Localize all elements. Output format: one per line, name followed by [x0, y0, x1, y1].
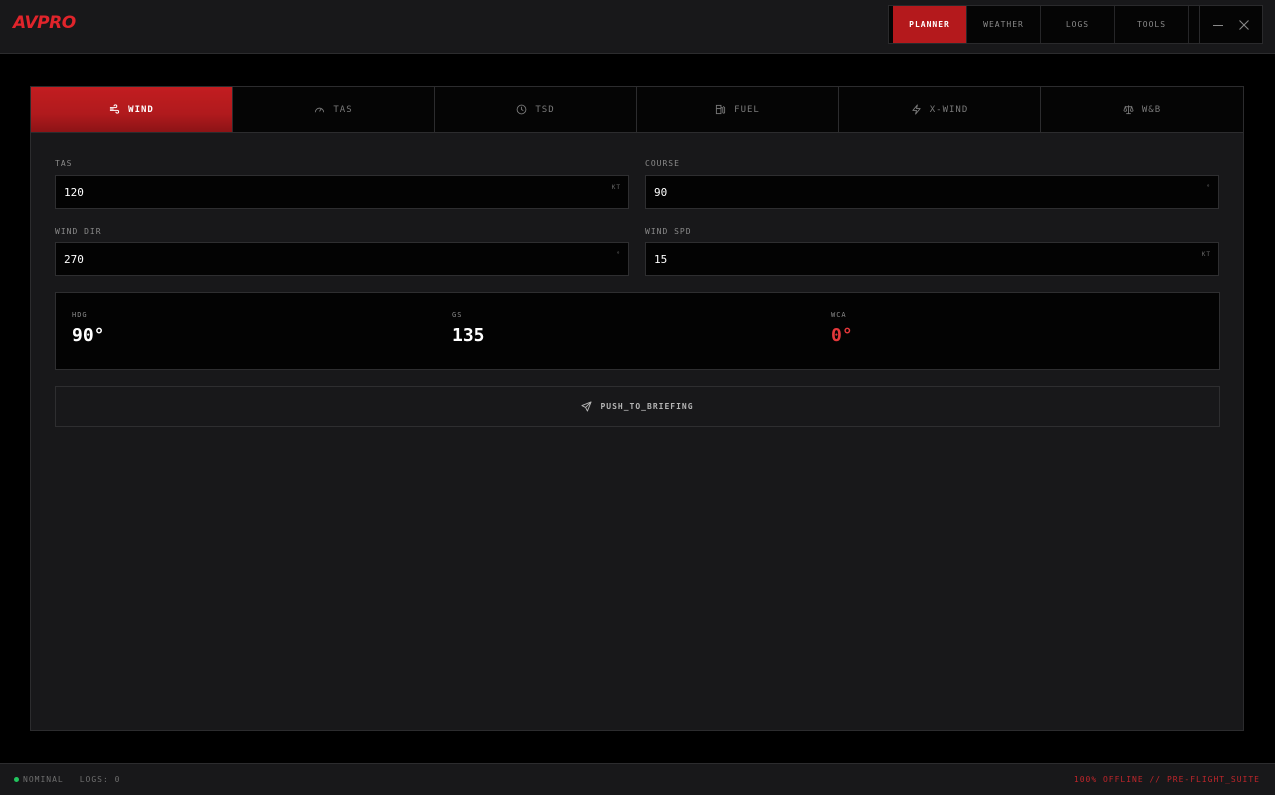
wca-label: WCA — [831, 311, 847, 319]
scale-icon — [1123, 105, 1134, 115]
app-logo: AVPRO — [13, 13, 76, 33]
minimize-icon — [1213, 24, 1223, 26]
tab-tas[interactable]: TAS — [233, 87, 435, 132]
result-wca: WCA 0° — [831, 311, 853, 346]
tab-wb[interactable]: W&B — [1041, 87, 1243, 132]
push-to-briefing-button[interactable]: PUSH_TO_BRIEFING — [55, 386, 1220, 427]
tas-field: KT — [55, 175, 629, 209]
wind-dir-label: WIND DIR — [55, 227, 102, 236]
tab-fuel-label: FUEL — [734, 104, 760, 115]
close-icon — [1239, 19, 1249, 30]
status-left: NOMINAL LOGS: 0 — [14, 775, 120, 784]
status-dot-icon — [14, 777, 19, 782]
nav-item-tools[interactable]: TOOLS — [1115, 6, 1189, 43]
calculator-tabs: WIND TAS TSD FUEL X-WIND W&B — [31, 87, 1243, 133]
tab-tsd[interactable]: TSD — [435, 87, 637, 132]
wind-spd-unit: KT — [1201, 251, 1211, 258]
wind-icon — [110, 104, 120, 114]
course-unit: ° — [1206, 184, 1211, 191]
wind-spd-field: KT — [645, 242, 1219, 276]
result-hdg: HDG 90° — [72, 311, 105, 346]
nav-item-planner[interactable]: PLANNER — [893, 6, 967, 43]
course-label: COURSE — [645, 159, 680, 168]
wind-spd-label: WIND SPD — [645, 227, 692, 236]
wca-value: 0° — [831, 325, 853, 346]
gs-value: 135 — [452, 325, 485, 346]
calculator-panel: WIND TAS TSD FUEL X-WIND W&B TAS KT COUR… — [30, 86, 1244, 731]
tab-x-wind[interactable]: X-WIND — [839, 87, 1041, 132]
wind-spd-input[interactable] — [646, 243, 1218, 275]
gauge-icon — [315, 107, 325, 113]
course-input[interactable] — [646, 176, 1218, 208]
status-right: 100% OFFLINE // PRE-FLIGHT_SUITE — [1073, 775, 1260, 784]
tas-input[interactable] — [56, 176, 628, 208]
status-bar: NOMINAL LOGS: 0 100% OFFLINE // PRE-FLIG… — [0, 763, 1275, 795]
push-to-briefing-label: PUSH_TO_BRIEFING — [600, 402, 694, 411]
minimize-button[interactable] — [1206, 13, 1230, 37]
wind-dir-field: ° — [55, 242, 629, 276]
tas-unit: KT — [611, 184, 621, 191]
status-state: NOMINAL — [23, 775, 64, 784]
clock-icon — [517, 104, 527, 115]
tab-tsd-label: TSD — [535, 104, 555, 115]
course-field: ° — [645, 175, 1219, 209]
send-icon — [581, 401, 593, 412]
hdg-value: 90° — [72, 325, 105, 346]
wind-dir-unit: ° — [616, 251, 621, 258]
tab-wb-label: W&B — [1141, 104, 1162, 115]
status-logs: LOGS: 0 — [79, 775, 121, 784]
main-nav: PLANNER WEATHER LOGS TOOLS — [888, 5, 1263, 44]
close-button[interactable] — [1232, 13, 1256, 37]
tas-label: TAS — [55, 159, 73, 168]
tab-fuel[interactable]: FUEL — [637, 87, 839, 132]
hdg-label: HDG — [72, 311, 88, 319]
result-gs: GS 135 — [452, 311, 485, 346]
window-controls — [1199, 6, 1262, 43]
tab-x-wind-label: X-WIND — [929, 104, 969, 115]
gs-label: GS — [452, 311, 463, 319]
top-bar: AVPRO PLANNER WEATHER LOGS TOOLS — [0, 0, 1275, 54]
tab-tas-label: TAS — [333, 104, 353, 115]
tab-wind-label: WIND — [128, 104, 154, 115]
fuel-icon — [716, 104, 726, 115]
lightning-icon — [912, 104, 921, 115]
nav-item-logs[interactable]: LOGS — [1041, 6, 1115, 43]
nav-item-weather[interactable]: WEATHER — [967, 6, 1041, 43]
results-box: HDG 90° GS 135 WCA 0° — [55, 292, 1220, 370]
wind-dir-input[interactable] — [56, 243, 628, 275]
tab-wind[interactable]: WIND — [31, 87, 233, 132]
